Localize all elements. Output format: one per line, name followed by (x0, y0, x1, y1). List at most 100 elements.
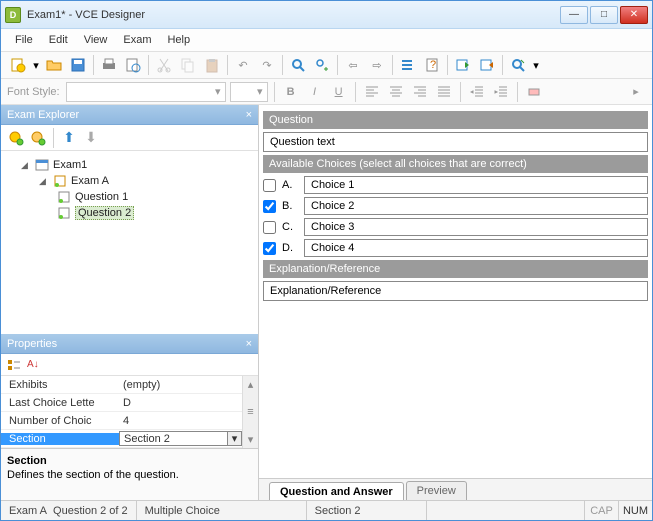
preview-dropdown[interactable]: ▾ (531, 54, 541, 76)
choice-c-checkbox[interactable] (263, 221, 276, 234)
property-description: Section Defines the section of the quest… (1, 448, 258, 500)
choice-d-field[interactable]: Choice 4 (304, 239, 648, 257)
tab-preview[interactable]: Preview (406, 481, 467, 500)
font-size-combo[interactable]: ▾ (230, 82, 268, 102)
font-style-label: Font Style: (7, 86, 60, 98)
nav-back-button[interactable]: ⇦ (342, 54, 364, 76)
exam-tree: ◢ Exam1 ◢ Exam A Question 1 Question 2 (1, 151, 258, 334)
statusbar: Exam A Question 2 of 2 Multiple Choice S… (1, 500, 652, 520)
collapse-icon[interactable]: ◢ (21, 160, 31, 170)
properties-toolbar: A↓ (1, 354, 258, 376)
tree-root[interactable]: ◢ Exam1 (5, 157, 254, 173)
underline-button[interactable]: U (329, 82, 349, 102)
print-preview-button[interactable] (122, 54, 144, 76)
choice-row-b: B. Choice 2 (263, 197, 648, 215)
dropdown-icon[interactable]: ▾ (227, 432, 241, 445)
choice-d-checkbox[interactable] (263, 242, 276, 255)
question-header: Question (263, 111, 648, 129)
cut-button[interactable] (153, 54, 175, 76)
copy-button[interactable] (177, 54, 199, 76)
status-section2: Section 2 (307, 501, 427, 520)
add-question-button[interactable] (29, 129, 47, 147)
properties-close-icon[interactable]: × (246, 338, 252, 350)
export-button[interactable] (476, 54, 498, 76)
menu-help[interactable]: Help (161, 32, 196, 48)
menu-view[interactable]: View (78, 32, 114, 48)
font-family-combo[interactable]: ▾ (66, 82, 226, 102)
bold-button[interactable]: B (281, 82, 301, 102)
undo-button[interactable]: ↶ (232, 54, 254, 76)
prop-row-section[interactable]: Section Section 2 ▾ (1, 430, 242, 448)
prop-row-lastchoice[interactable]: Last Choice Lette D (1, 394, 242, 412)
save-button[interactable] (67, 54, 89, 76)
align-justify-button[interactable] (434, 82, 454, 102)
open-button[interactable] (43, 54, 65, 76)
question-icon (57, 206, 71, 220)
app-window: D Exam1* - VCE Designer — □ ✕ File Edit … (0, 0, 653, 521)
explanation-header: Explanation/Reference (263, 260, 648, 278)
paste-button[interactable] (201, 54, 223, 76)
nav-fwd-button[interactable]: ⇨ (366, 54, 388, 76)
status-num: NUM (618, 501, 652, 520)
properties-header: Properties × (1, 334, 258, 354)
align-right-button[interactable] (410, 82, 430, 102)
menu-edit[interactable]: Edit (43, 32, 74, 48)
new-button[interactable] (7, 54, 29, 76)
question-icon (57, 190, 71, 204)
tree-section[interactable]: ◢ Exam A (5, 173, 254, 189)
move-up-button[interactable]: ⬆ (60, 129, 78, 147)
maximize-button[interactable]: □ (590, 6, 618, 24)
import-button[interactable] (452, 54, 474, 76)
move-down-button[interactable]: ⬇ (82, 129, 100, 147)
tab-question-answer[interactable]: Question and Answer (269, 482, 404, 500)
status-type: Multiple Choice (137, 501, 307, 520)
info-button[interactable]: ? (421, 54, 443, 76)
svg-text:?: ? (430, 59, 436, 71)
settings-button[interactable] (397, 54, 419, 76)
menubar: File Edit View Exam Help (1, 29, 652, 51)
redo-button[interactable]: ↷ (256, 54, 278, 76)
choice-b-field[interactable]: Choice 2 (304, 197, 648, 215)
alphabetical-button[interactable]: A↓ (27, 359, 39, 370)
explorer-close-icon[interactable]: × (246, 109, 252, 121)
menu-file[interactable]: File (9, 32, 39, 48)
choice-c-field[interactable]: Choice 3 (304, 218, 648, 236)
main-toolbar: ▾ ↶ ↷ ⇦ ⇨ ? ▾ (1, 51, 652, 79)
font-toolbar: Font Style: ▾ ▾ B I U ▸ (1, 79, 652, 105)
menu-exam[interactable]: Exam (117, 32, 157, 48)
status-section: Exam A Question 2 of 2 (1, 501, 137, 520)
choice-a-field[interactable]: Choice 1 (304, 176, 648, 194)
explorer-toolbar: ⬆ ⬇ (1, 125, 258, 151)
preview-button[interactable] (507, 54, 529, 76)
align-center-button[interactable] (386, 82, 406, 102)
editor-tabs: Question and Answer Preview (259, 478, 652, 500)
choice-b-checkbox[interactable] (263, 200, 276, 213)
indent-button[interactable] (491, 82, 511, 102)
choice-a-checkbox[interactable] (263, 179, 276, 192)
prop-row-exhibits[interactable]: Exhibits (empty) (1, 376, 242, 394)
properties-scrollbar[interactable]: ▴≡▾ (242, 376, 258, 448)
print-button[interactable] (98, 54, 120, 76)
new-dropdown[interactable]: ▾ (31, 54, 41, 76)
exam-icon (35, 158, 49, 172)
collapse-icon[interactable]: ◢ (39, 176, 49, 186)
properties-grid: Exhibits (empty) Last Choice Lette D Num… (1, 376, 242, 448)
explanation-field[interactable]: Explanation/Reference (263, 281, 648, 301)
categorized-button[interactable] (7, 358, 21, 372)
clear-format-button[interactable] (524, 82, 544, 102)
expand-toolbar-button[interactable]: ▸ (626, 82, 646, 102)
status-cap: CAP (584, 501, 618, 520)
outdent-button[interactable] (467, 82, 487, 102)
tree-question-2[interactable]: Question 2 (5, 205, 254, 221)
minimize-button[interactable]: — (560, 6, 588, 24)
close-button[interactable]: ✕ (620, 6, 648, 24)
italic-button[interactable]: I (305, 82, 325, 102)
find-button[interactable] (287, 54, 309, 76)
prop-row-numchoices[interactable]: Number of Choic 4 (1, 412, 242, 430)
align-left-button[interactable] (362, 82, 382, 102)
choices-header: Available Choices (select all choices th… (263, 155, 648, 173)
tree-question-1[interactable]: Question 1 (5, 189, 254, 205)
find-replace-button[interactable] (311, 54, 333, 76)
add-section-button[interactable] (7, 129, 25, 147)
question-text-field[interactable]: Question text (263, 132, 648, 152)
